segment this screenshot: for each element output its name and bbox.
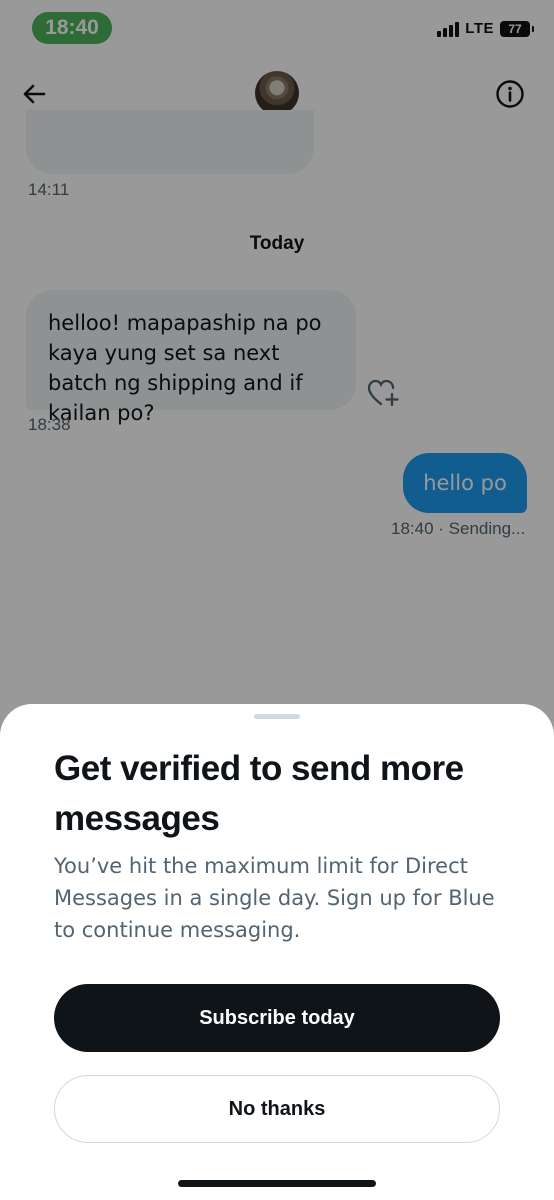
sheet-grabber[interactable]	[254, 714, 300, 719]
dm-screen: 18:40 LTE 77 14:11 Today helloo! mapapas…	[0, 0, 554, 1200]
home-indicator[interactable]	[178, 1180, 376, 1187]
verification-sheet: Get verified to send more messages You’v…	[0, 704, 554, 1200]
subscribe-button-label: Subscribe today	[199, 1006, 355, 1029]
no-thanks-button[interactable]: No thanks	[54, 1075, 500, 1143]
subscribe-button[interactable]: Subscribe today	[54, 984, 500, 1052]
sheet-description: You’ve hit the maximum limit for Direct …	[54, 854, 495, 942]
sheet-title: Get verified to send more messages	[54, 749, 464, 838]
no-thanks-button-label: No thanks	[228, 1097, 326, 1120]
